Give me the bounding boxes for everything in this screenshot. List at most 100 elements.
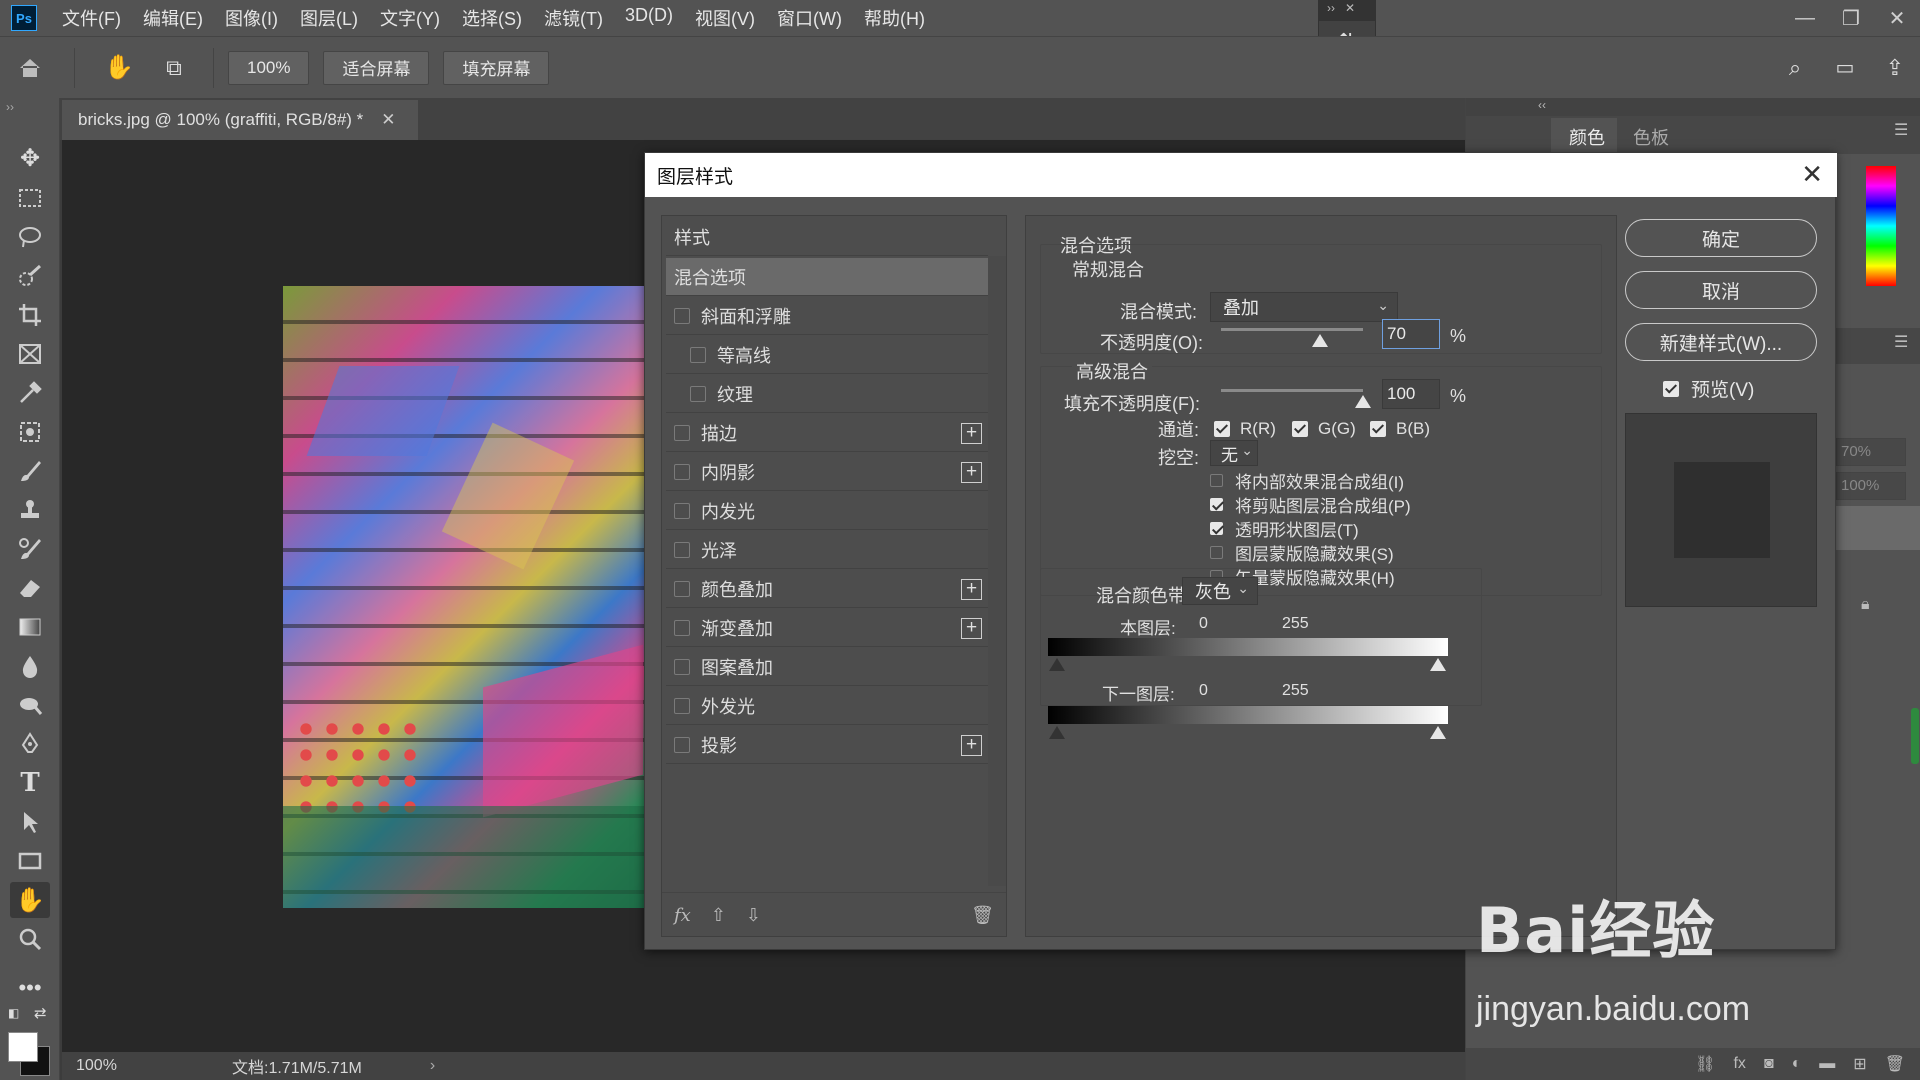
menu-item-6[interactable]: 滤镜(T) [533,5,614,31]
blend-if-select[interactable]: 灰色 ⌄ [1182,577,1258,605]
opacity-input[interactable]: 70 [1382,319,1440,349]
menu-item-3[interactable]: 图层(L) [289,5,369,31]
minimize-icon[interactable]: — [1782,7,1828,30]
new-style-button[interactable]: 新建样式(W)... [1625,323,1817,361]
style-item-4[interactable]: 描边 + [666,414,988,452]
delete-effect-icon[interactable]: 🗑︎ [971,905,994,926]
blur-tool-icon[interactable] [10,648,50,684]
tab-color[interactable]: 颜色 [1569,124,1605,150]
hand-tool-icon[interactable]: ✋ [89,53,149,82]
add-effect-icon[interactable]: + [961,579,982,600]
add-effect-icon[interactable]: + [961,735,982,756]
style-item-6[interactable]: 内发光 [666,492,988,530]
knockout-select[interactable]: 无 ⌄ [1210,440,1258,466]
menu-item-7[interactable]: 3D(D) [614,5,684,31]
this-layer-white-handle[interactable] [1430,658,1446,671]
channel-b-checkbox[interactable]: B(B) [1370,419,1430,439]
channel-r-checkbox[interactable]: R(R) [1214,419,1276,439]
rectangle-tool-icon[interactable] [10,843,50,879]
menu-item-9[interactable]: 窗口(W) [766,5,853,31]
underlying-layer-black-handle[interactable] [1049,726,1065,739]
foreground-color-swatch[interactable] [8,1032,38,1062]
more-tools-icon[interactable]: ••• [10,970,50,1006]
styles-header[interactable]: 样式 [666,218,988,256]
add-effect-icon[interactable]: + [961,423,982,444]
move-tool-icon[interactable]: ✥ [10,140,50,176]
menu-item-10[interactable]: 帮助(H) [853,5,936,31]
advanced-option-3[interactable]: 图层蒙版隐藏效果(S) [1210,540,1394,565]
panel-menu-icon[interactable]: ☰ [1894,120,1908,140]
menu-item-4[interactable]: 文字(Y) [369,5,451,31]
home-icon[interactable] [0,56,60,80]
this-layer-black-handle[interactable] [1049,658,1065,671]
style-checkbox[interactable] [690,385,706,402]
menu-item-1[interactable]: 编辑(E) [132,5,214,31]
move-up-icon[interactable]: ⇧ [711,905,726,926]
restore-icon[interactable]: ❐ [1828,6,1874,31]
menu-item-0[interactable]: 文件(F) [51,5,132,31]
style-item-11[interactable]: 外发光 [666,687,988,725]
advanced-option-0[interactable]: 将内部效果混合成组(I) [1210,468,1404,493]
blend-mode-select[interactable]: 叠加 ⌄ [1210,292,1398,322]
style-item-3[interactable]: 纹理 [666,375,988,413]
layers-panel-menu-icon[interactable]: ☰ [1894,332,1908,352]
hue-slider[interactable] [1866,166,1896,286]
panel-collapse-icon[interactable]: ›› ✕ [1319,1,1375,21]
cancel-button[interactable]: 取消 [1625,271,1817,309]
pen-tool-icon[interactable] [10,726,50,762]
history-brush-icon[interactable] [10,531,50,567]
gradient-tool-icon[interactable] [10,609,50,645]
status-zoom[interactable]: 100% [62,1057,172,1075]
add-effect-icon[interactable]: + [961,462,982,483]
status-menu-chevron-icon[interactable]: › [430,1057,435,1075]
style-item-5[interactable]: 内阴影 + [666,453,988,491]
link-layers-icon[interactable]: ⛓ [1695,1054,1715,1074]
style-checkbox[interactable] [674,541,690,558]
quick-selection-icon[interactable] [10,258,50,294]
style-checkbox[interactable] [690,346,706,363]
path-selection-icon[interactable] [10,804,50,840]
frame-tool-icon[interactable] [10,336,50,372]
style-item-2[interactable]: 等高线 [666,336,988,374]
default-colors-icon[interactable]: ◧ [8,1006,24,1022]
new-group-icon[interactable]: ▬ [1819,1055,1835,1073]
fit-screen-button[interactable]: 适合屏幕 [323,50,430,85]
fill-opacity-input[interactable]: 100 [1382,379,1440,409]
style-checkbox[interactable] [674,307,690,324]
close-window-icon[interactable]: ✕ [1874,6,1920,31]
style-item-1[interactable]: 斜面和浮雕 [666,297,988,335]
collapse-panels-icon[interactable]: ‹‹ [1538,98,1546,112]
fill-opacity-slider-track[interactable] [1221,389,1363,392]
style-item-12[interactable]: 投影 + [666,726,988,764]
close-tab-icon[interactable]: ✕ [381,110,395,130]
style-item-7[interactable]: 光泽 [666,531,988,569]
lasso-tool-icon[interactable] [10,219,50,255]
style-checkbox[interactable] [674,424,690,441]
style-item-0[interactable]: 混合选项 [666,258,988,296]
adjustment-layer-icon[interactable]: ◐ [1792,1055,1802,1073]
stamp-tool-icon[interactable] [10,492,50,528]
new-layer-icon[interactable]: ⊞ [1853,1054,1866,1074]
advanced-option-2[interactable]: 透明形状图层(T) [1210,516,1359,541]
style-checkbox[interactable] [674,502,690,519]
brush-tool-icon[interactable] [10,453,50,489]
style-checkbox[interactable] [674,697,690,714]
layer-fill-field[interactable]: 100% [1836,472,1906,500]
preview-checkbox[interactable]: 预览(V) [1663,375,1754,402]
menu-item-2[interactable]: 图像(I) [214,5,289,31]
delete-layer-icon[interactable]: 🗑︎ [1885,1054,1905,1074]
selected-layer-row[interactable] [1836,506,1920,550]
underlying-layer-white-handle[interactable] [1430,726,1446,739]
style-checkbox[interactable] [674,658,690,675]
menu-item-5[interactable]: 选择(S) [451,5,533,31]
type-tool-icon[interactable]: T [10,765,50,801]
marquee-tool-icon[interactable] [10,180,50,216]
dodge-tool-icon[interactable] [10,687,50,723]
channel-g-checkbox[interactable]: G(G) [1292,419,1356,439]
panel-scrollbar[interactable] [1911,708,1919,764]
fill-screen-button[interactable]: 填充屏幕 [443,50,550,85]
style-item-9[interactable]: 渐变叠加 + [666,609,988,647]
scroll-all-windows-icon[interactable]: ⧉ [149,55,199,81]
tab-swatches[interactable]: 色板 [1633,124,1669,150]
hand-tool-active-icon[interactable]: ✋ [10,882,50,918]
